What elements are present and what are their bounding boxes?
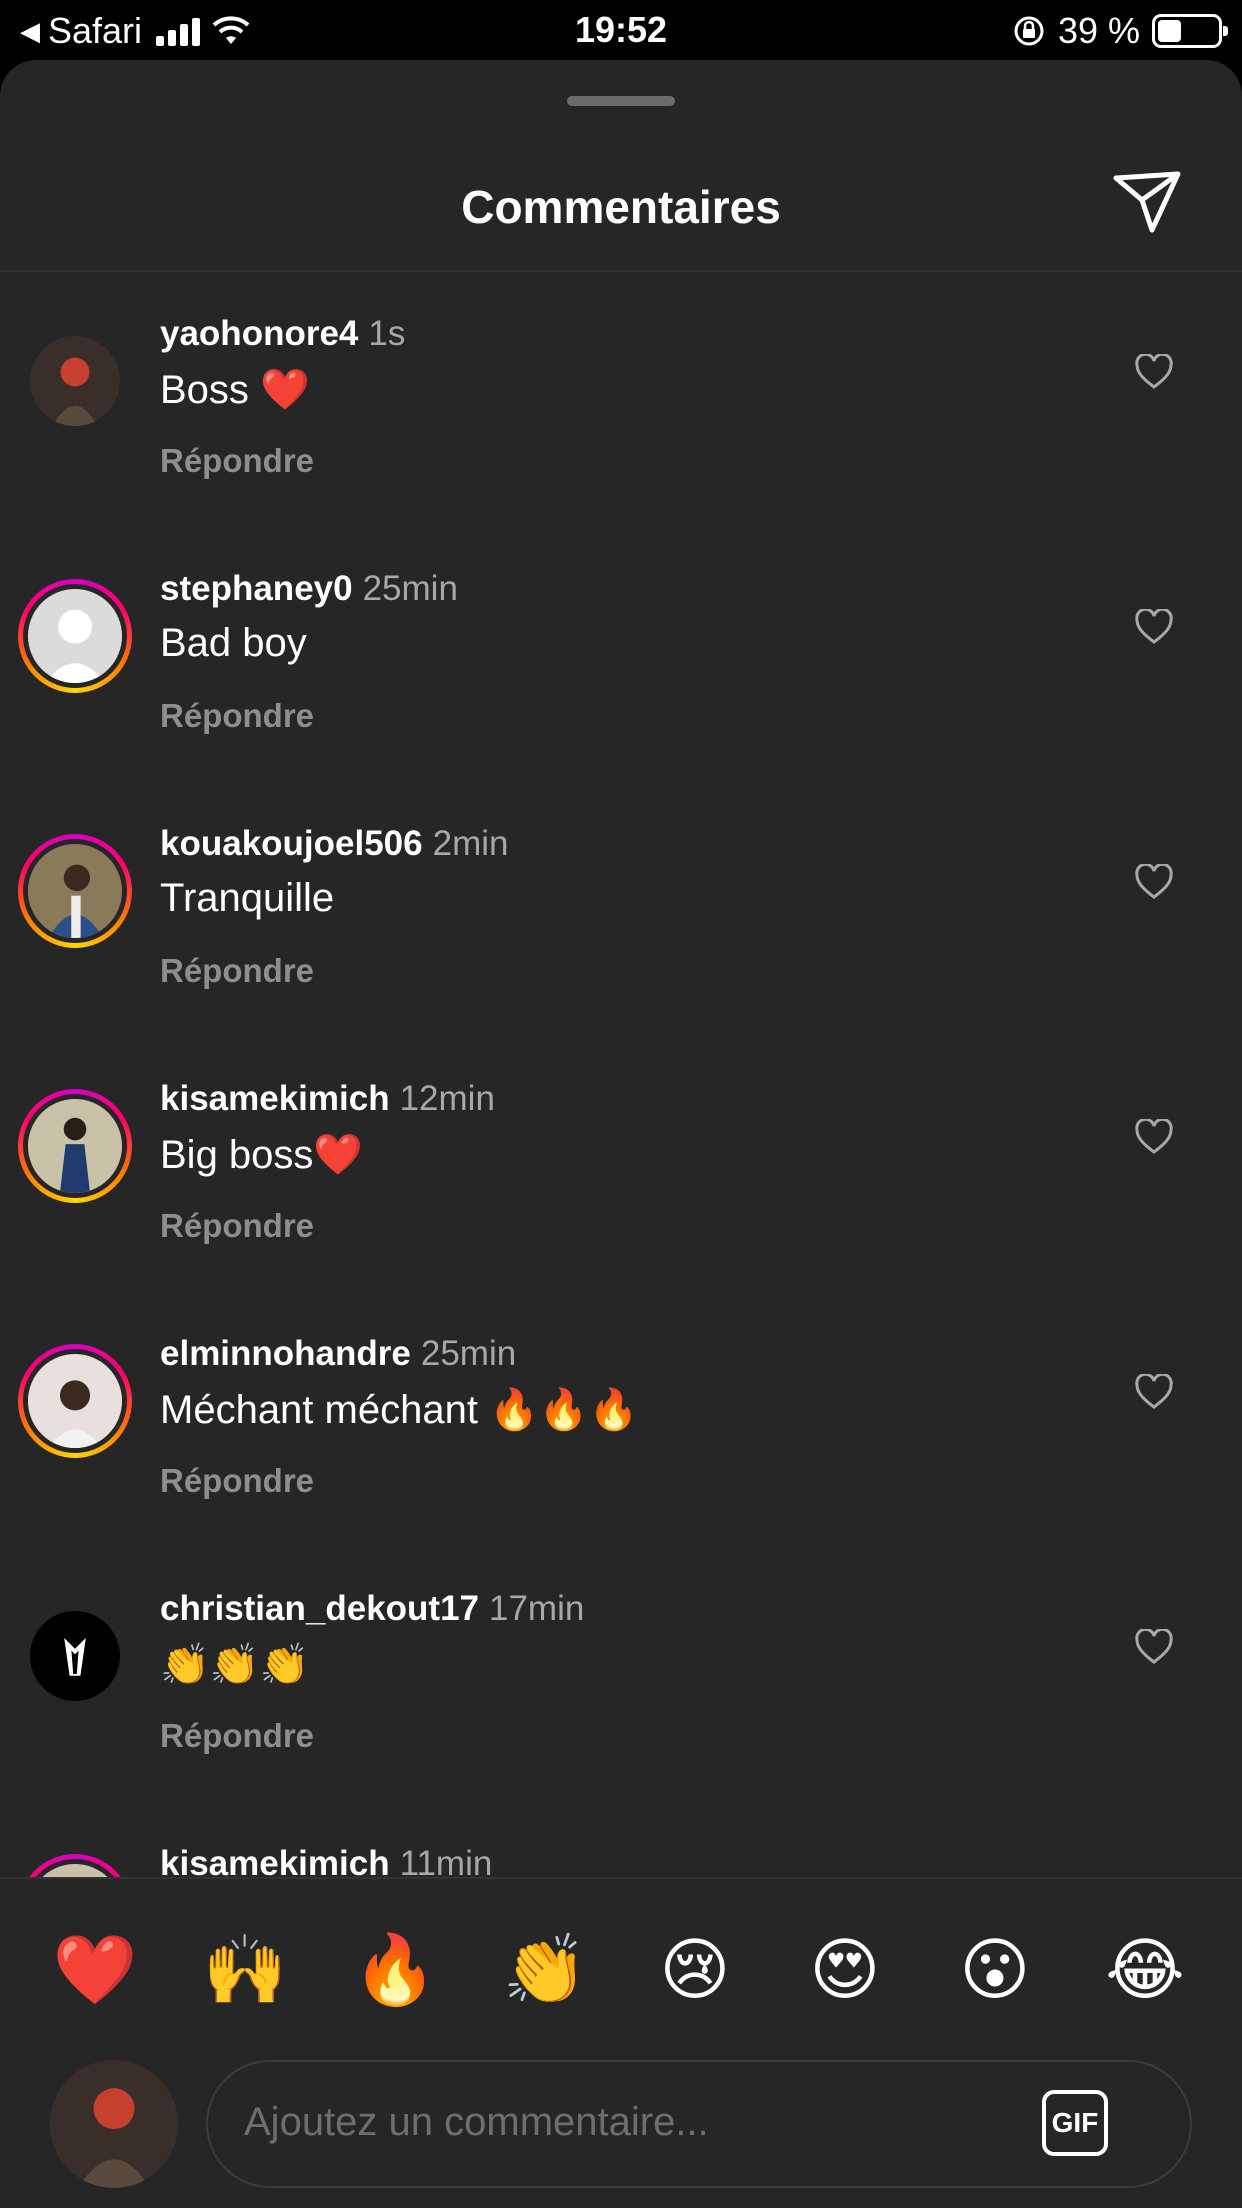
username-text[interactable]: kisamekimich [160,1844,390,1878]
avatar-image [23,1094,127,1198]
avatar-image [23,839,127,943]
reply-button[interactable]: Répondre [160,1462,314,1500]
avatar-image [30,336,120,426]
comment-input-placeholder[interactable]: Ajoutez un commentaire... [244,2100,709,2145]
reply-button[interactable]: Répondre [160,697,314,735]
comment-text: Big boss❤️ [160,1133,364,1177]
heart-outline-icon[interactable] [1134,609,1174,645]
comment-username[interactable]: christian_dekout17 17min [160,1589,584,1629]
username-text[interactable]: kisamekimich [160,1079,390,1118]
reply-button[interactable]: Répondre [160,1717,314,1755]
comment-username[interactable]: kisamekimich 12min [160,1079,495,1119]
quick-reactions-bar: ❤️ 🙌 🔥 👏 😢 😍 😮 😂 [0,1925,1242,2015]
avatar-image [23,1859,127,1878]
username-text[interactable]: elminnohandre [160,1334,411,1373]
avatar[interactable] [18,1599,132,1713]
comment-item[interactable]: elminnohandre 25min Méchant méchant 🔥🔥🔥 R… [0,1334,1242,1589]
sheet-grabber[interactable] [567,96,675,106]
avatar[interactable] [18,1344,132,1458]
reaction-clap[interactable]: 👏 [500,1925,590,2015]
comment-text: Bad boy [160,621,307,665]
heart-outline-icon[interactable] [1134,1374,1174,1410]
reaction-laughing[interactable]: 😂 [1100,1925,1190,2015]
comment-input[interactable]: Ajoutez un commentaire... GIF [206,2060,1192,2188]
avatar[interactable] [18,1854,132,1878]
comment-item[interactable]: kisamekimich 11min [0,1844,1242,1878]
username-text[interactable]: yaohonore4 [160,314,358,353]
heart-outline-icon[interactable] [1134,864,1174,900]
sheet-title: Commentaires [461,181,781,233]
composer-divider [0,1877,1242,1879]
avatar[interactable] [18,324,132,438]
comment-item[interactable]: christian_dekout17 17min 👏👏👏 Répondre [0,1589,1242,1844]
battery-icon [1152,14,1228,48]
comment-username[interactable]: yaohonore4 1s [160,314,405,354]
comment-time: 25min [420,1334,517,1373]
comment-username[interactable]: kouakoujoel506 2min [160,824,508,864]
gif-button[interactable]: GIF [1042,2090,1108,2156]
status-bar-right: 39 % [1012,10,1228,52]
orientation-lock-icon [1014,16,1044,46]
comment-time: 1s [368,314,406,353]
reaction-fire[interactable]: 🔥 [350,1925,440,2015]
reaction-surprised[interactable]: 😮 [950,1925,1040,2015]
comment-time: 12min [399,1079,495,1118]
send-icon[interactable] [1112,170,1182,234]
username-text[interactable]: kouakoujoel506 [160,824,423,863]
comment-username[interactable]: stephaney0 25min [160,569,458,609]
reaction-raised-hands[interactable]: 🙌 [200,1925,290,2015]
avatar-image [23,584,127,688]
battery-level-fill [1158,20,1181,42]
status-bar: ◀ Safari 19:52 39 % [0,0,1242,60]
comment-composer: Ajoutez un commentaire... GIF [0,2050,1242,2200]
reaction-heart[interactable]: ❤️ [50,1925,140,2015]
reply-button[interactable]: Répondre [160,1207,314,1245]
comment-username[interactable]: elminnohandre 25min [160,1334,516,1374]
comment-item[interactable]: kisamekimich 12min Big boss❤️ Répondre [0,1079,1242,1334]
avatar[interactable] [18,834,132,948]
username-text[interactable]: stephaney0 [160,569,353,608]
avatar[interactable] [18,579,132,693]
avatar-image [30,1611,120,1701]
username-text[interactable]: christian_dekout17 [160,1589,479,1628]
comment-item[interactable]: stephaney0 25min Bad boy Répondre [0,569,1242,824]
comment-time: 2min [432,824,509,863]
avatar-image [23,1349,127,1453]
comment-text: 👏👏👏 [160,1643,310,1687]
comment-time: 25min [362,569,458,608]
reaction-heart-eyes[interactable]: 😍 [800,1925,890,2015]
comments-sheet: Commentaires yaohonore4 1s Boss ❤️ Répond… [0,60,1242,2208]
comment-text: Méchant méchant 🔥🔥🔥 [160,1388,639,1432]
heart-outline-icon[interactable] [1134,1629,1174,1665]
comment-time: 11min [399,1844,493,1878]
reply-button[interactable]: Répondre [160,952,314,990]
reaction-crying[interactable]: 😢 [650,1925,740,2015]
comment-text: Tranquille [160,876,335,920]
comment-username[interactable]: kisamekimich 11min [160,1844,492,1878]
heart-outline-icon[interactable] [1134,1119,1174,1155]
comment-item[interactable]: kouakoujoel506 2min Tranquille Répondre [0,824,1242,1079]
heart-outline-icon[interactable] [1134,354,1174,390]
comment-list[interactable]: yaohonore4 1s Boss ❤️ Répondre stephaney0… [0,272,1242,1878]
battery-percent: 39 % [1057,10,1140,51]
comment-item[interactable]: yaohonore4 1s Boss ❤️ Répondre [0,314,1242,569]
current-user-avatar [50,2060,178,2188]
avatar[interactable] [18,1089,132,1203]
comment-time: 17min [489,1589,585,1628]
reply-button[interactable]: Répondre [160,442,314,480]
comment-text: Boss ❤️ [160,368,310,412]
